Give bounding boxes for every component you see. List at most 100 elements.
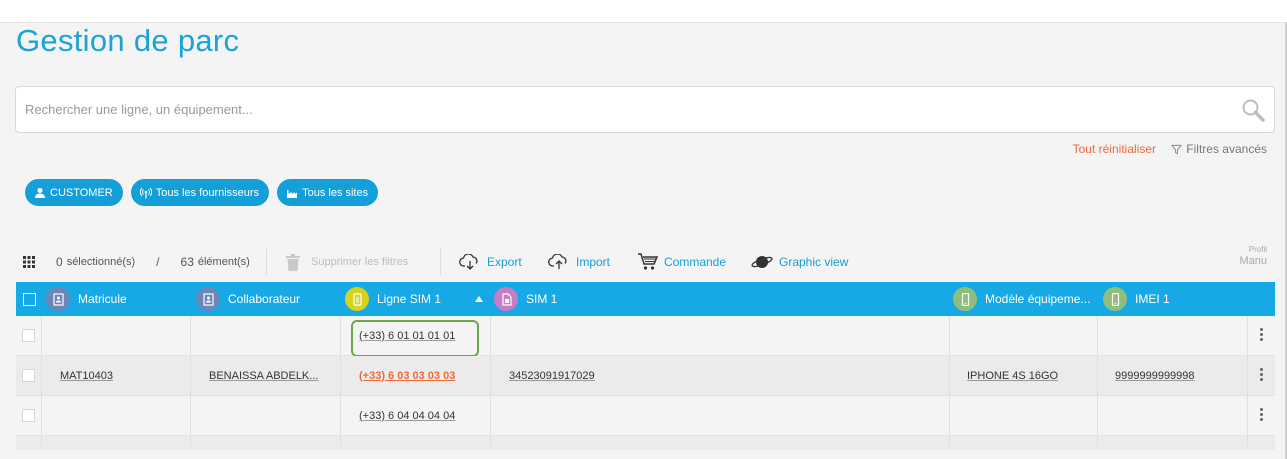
- filter-chips: CUSTOMER Tous les fournisseurs Tous les …: [25, 179, 379, 206]
- column-divider: [1247, 396, 1248, 435]
- column-divider: [490, 356, 491, 395]
- toolbar-divider: [266, 249, 267, 275]
- sim-cell[interactable]: 34523091917029: [509, 356, 595, 395]
- column-divider: [340, 396, 341, 435]
- contact-book-icon: [196, 287, 220, 311]
- phone-icon: [953, 287, 977, 311]
- column-divider: [1097, 356, 1098, 395]
- advanced-filters-link[interactable]: Filtres avancés: [1171, 142, 1267, 156]
- modele-cell[interactable]: IPHONE 4S 16GO: [967, 356, 1058, 395]
- chip-sites[interactable]: Tous les sites: [277, 179, 379, 206]
- user-icon: [35, 187, 45, 198]
- profile-caption: Profil: [1248, 245, 1267, 254]
- grid-icon: [23, 256, 35, 268]
- imei-cell[interactable]: 9999999999998: [1115, 356, 1195, 395]
- fleet-table: Matricule Collaborateur Ligne SIM 1 SIM …: [16, 282, 1275, 450]
- profile-selector[interactable]: Profil Manu: [1239, 246, 1267, 267]
- select-all-checkbox[interactable]: [23, 292, 36, 306]
- selected-label: sélectionné(s): [66, 256, 136, 268]
- column-settings-button[interactable]: [23, 249, 35, 275]
- row-checkbox[interactable]: [22, 329, 35, 342]
- import-button[interactable]: Import: [548, 249, 610, 275]
- cloud-download-icon: [459, 254, 478, 270]
- table-row-partial: [16, 436, 1275, 450]
- matricule-cell[interactable]: MAT10403: [60, 356, 113, 395]
- ligne-cell[interactable]: (+33) 6 03 03 03 03: [359, 356, 455, 395]
- focus-highlight: [351, 320, 479, 357]
- window-top-strip: [0, 0, 1287, 22]
- order-button[interactable]: Commande: [638, 249, 726, 275]
- column-header-modele[interactable]: Modèle équipeme...: [953, 282, 1090, 316]
- column-header-matricule[interactable]: Matricule: [46, 282, 127, 316]
- column-divider: [490, 436, 491, 450]
- column-divider: [949, 356, 950, 395]
- column-divider: [1097, 436, 1098, 450]
- trash-icon: [286, 253, 300, 271]
- selection-counter: 0 sélectionné(s) / 63 élément(s): [56, 249, 250, 275]
- export-button[interactable]: Export: [459, 249, 522, 275]
- column-divider: [41, 396, 42, 435]
- reset-all-link[interactable]: Tout réinitialiser: [1073, 142, 1156, 156]
- column-divider: [190, 356, 191, 395]
- total-label: élément(s): [197, 256, 250, 268]
- column-divider: [190, 396, 191, 435]
- column-divider: [340, 356, 341, 395]
- import-label: Import: [576, 255, 611, 269]
- count-separator: /: [156, 255, 160, 269]
- column-divider: [190, 436, 191, 450]
- column-label: Modèle équipeme...: [985, 292, 1091, 306]
- collaborateur-cell[interactable]: BENAISSA ABDELK...: [209, 356, 318, 395]
- chip-label: Tous les sites: [302, 186, 369, 199]
- ligne-cell[interactable]: (+33) 6 04 04 04 04: [359, 396, 455, 435]
- chip-label: Tous les fournisseurs: [155, 186, 260, 199]
- column-divider: [1247, 316, 1248, 355]
- column-header-collaborateur[interactable]: Collaborateur: [196, 282, 300, 316]
- row-checkbox[interactable]: [22, 409, 35, 422]
- row-select-cell: [22, 316, 35, 355]
- search-input[interactable]: [25, 87, 1225, 132]
- column-header-sim[interactable]: SIM 1: [494, 282, 557, 316]
- sim-card-icon: [494, 287, 518, 311]
- row-select-cell: [22, 356, 35, 395]
- column-label: Ligne SIM 1: [377, 292, 442, 306]
- column-header-ligne-sim[interactable]: Ligne SIM 1: [345, 282, 484, 316]
- search-icon[interactable]: [1241, 98, 1265, 122]
- row-menu-icon[interactable]: [1260, 408, 1264, 421]
- sort-ascending-icon[interactable]: [475, 296, 484, 302]
- column-label: IMEI 1: [1135, 292, 1170, 306]
- row-select-cell: [22, 396, 35, 435]
- table-row[interactable]: (+33) 6 01 01 01 01: [16, 316, 1275, 357]
- sim-line-icon: [345, 287, 369, 311]
- chip-customer[interactable]: CUSTOMER: [25, 179, 123, 206]
- table-row[interactable]: (+33) 6 04 04 04 04: [16, 396, 1275, 436]
- chip-suppliers[interactable]: Tous les fournisseurs: [130, 179, 270, 206]
- delete-filters-button[interactable]: Supprimer les filtres: [286, 249, 408, 275]
- column-label: SIM 1: [526, 292, 558, 306]
- table-row[interactable]: MAT10403 BENAISSA ABDELK... (+33) 6 03 0…: [16, 356, 1275, 396]
- select-all-cell: [23, 282, 36, 316]
- row-menu-icon[interactable]: [1260, 368, 1264, 381]
- fleet-management-page: Gestion de parc Tout réinitialiser Filtr…: [0, 22, 1287, 459]
- column-label: Collaborateur: [228, 292, 301, 306]
- row-menu-icon[interactable]: [1260, 328, 1264, 341]
- row-checkbox[interactable]: [22, 369, 35, 382]
- planet-icon: [751, 256, 773, 268]
- column-divider: [949, 396, 950, 435]
- column-header-imei[interactable]: IMEI 1: [1103, 282, 1170, 316]
- column-divider: [949, 316, 950, 355]
- factory-icon: [287, 189, 298, 198]
- contact-book-icon: [46, 287, 70, 311]
- column-divider: [41, 356, 42, 395]
- selected-count: 0: [56, 255, 63, 269]
- column-label: Matricule: [78, 292, 127, 306]
- column-divider: [41, 316, 42, 355]
- order-label: Commande: [664, 255, 727, 269]
- advanced-filters-label: Filtres avancés: [1186, 142, 1267, 156]
- graphic-view-button[interactable]: Graphic view: [751, 249, 848, 275]
- column-divider: [41, 436, 42, 450]
- page-title: Gestion de parc: [16, 23, 240, 58]
- profile-value: Manu: [1239, 255, 1267, 267]
- graphic-view-label: Graphic view: [779, 255, 849, 269]
- column-divider: [490, 316, 491, 355]
- column-divider: [340, 436, 341, 450]
